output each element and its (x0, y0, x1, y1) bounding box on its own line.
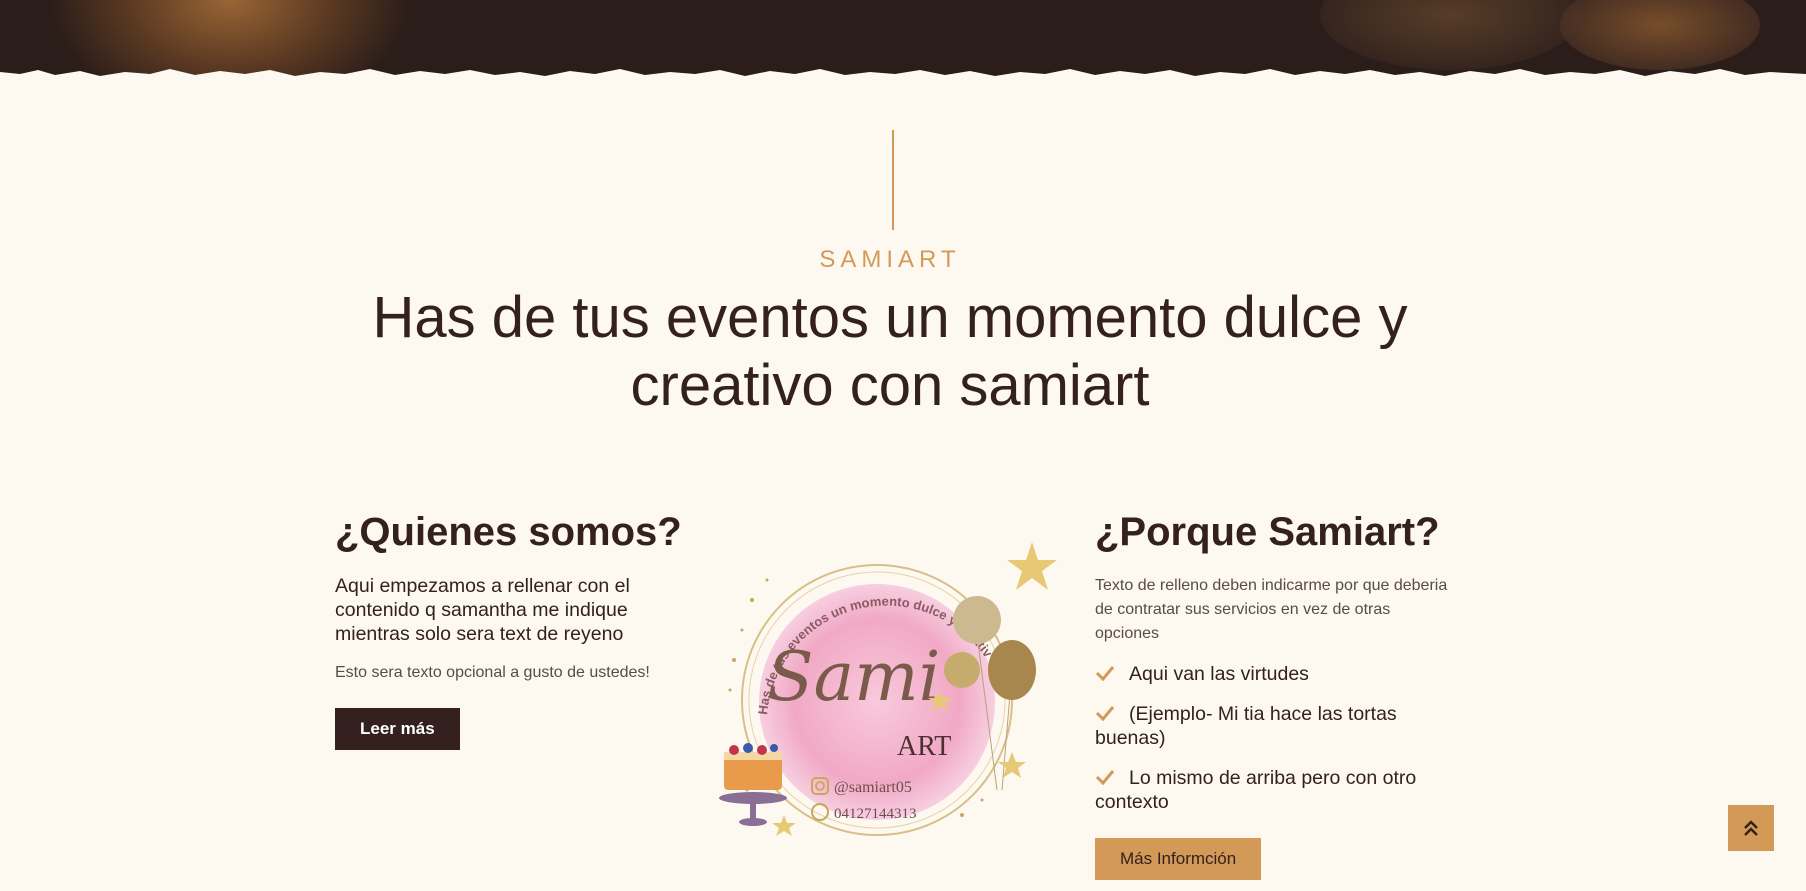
about-lead: Aqui empezamos a rellenar con el conteni… (335, 575, 630, 645)
double-chevron-up-icon (1744, 820, 1758, 836)
list-item-text: Aqui van las virtudes (1129, 663, 1309, 685)
logo-instagram-handle: @samiart05 (834, 779, 912, 796)
read-more-button[interactable]: Leer más (335, 708, 460, 750)
virtues-list: Aqui van las virtudes (Ejemplo- Mi tia h… (1095, 662, 1455, 814)
why-column: ¿Porque Samiart? Texto de relleno deben … (1095, 506, 1455, 880)
list-item-text: Lo mismo de arriba pero con otro context… (1095, 767, 1417, 813)
section-eyebrow: SAMIART (819, 246, 961, 273)
samiart-logo: Has de tus eventos un momento dulce y cr… (708, 528, 1072, 850)
logo-art-text: ART (897, 731, 951, 762)
hero-image-strip (0, 0, 1806, 84)
check-icon (1095, 770, 1115, 785)
section-headline: Has de tus eventos un momento dulce y cr… (372, 285, 1408, 418)
check-icon (1095, 706, 1115, 721)
check-icon (1095, 666, 1115, 681)
why-title: ¿Porque Samiart? (1095, 510, 1440, 554)
list-item: Aqui van las virtudes (1095, 662, 1455, 686)
logo-script-text: Sami (767, 638, 940, 717)
more-info-button[interactable]: Más Informción (1095, 838, 1262, 880)
list-item: (Ejemplo- Mi tia hace las tortas buenas) (1095, 702, 1455, 750)
why-lead: Texto de relleno deben indicarme por que… (1095, 577, 1448, 642)
logo-phone: 04127144313 (834, 806, 917, 822)
torn-paper-edge (0, 69, 1806, 84)
scroll-to-top-button[interactable] (1728, 805, 1774, 851)
about-note: Esto sera texto opcional a gusto de uste… (335, 664, 650, 681)
vertical-divider (892, 130, 894, 230)
list-item: Lo mismo de arriba pero con otro context… (1095, 766, 1455, 814)
about-title: ¿Quienes somos? (335, 510, 682, 554)
about-column: ¿Quienes somos? Aqui empezamos a rellena… (335, 506, 695, 750)
list-item-text: (Ejemplo- Mi tia hace las tortas buenas) (1095, 703, 1397, 749)
